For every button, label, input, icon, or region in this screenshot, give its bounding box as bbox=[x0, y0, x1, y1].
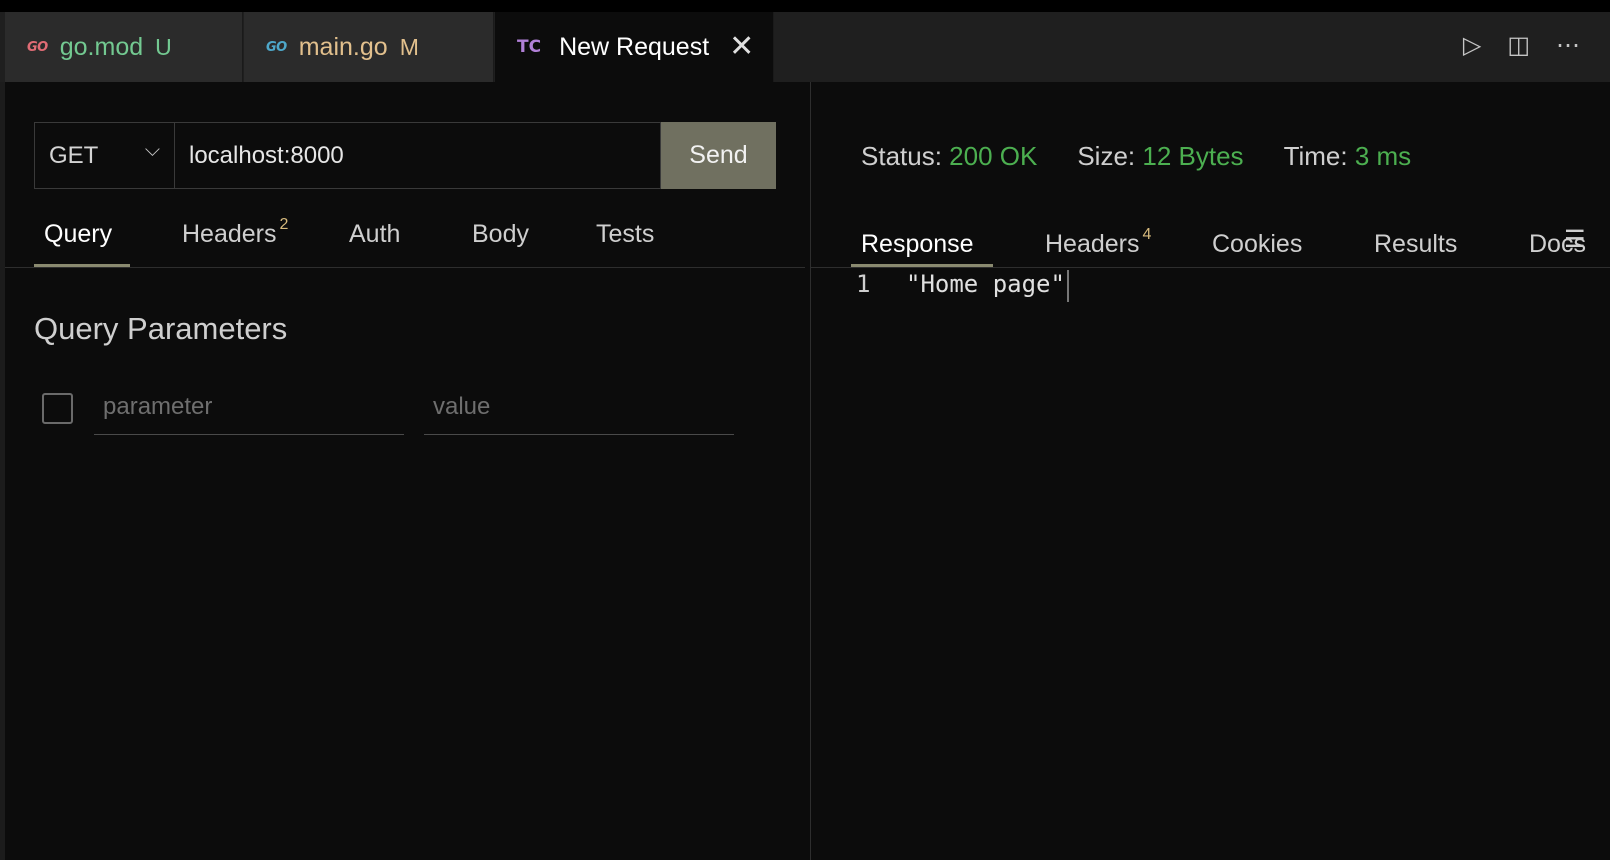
size-label: Size: bbox=[1077, 141, 1136, 171]
send-button[interactable]: Send bbox=[661, 122, 776, 189]
method-value: GET bbox=[49, 141, 99, 169]
modified-badge: M bbox=[399, 33, 419, 60]
url-value: localhost:8000 bbox=[189, 141, 344, 169]
run-icon[interactable]: ▷ bbox=[1463, 34, 1481, 58]
tab-response-headers-label: Headers bbox=[1045, 230, 1140, 258]
tab-cookies[interactable]: Cookies bbox=[1212, 230, 1302, 259]
go-file-icon: GO bbox=[266, 39, 287, 55]
tab-results[interactable]: Results bbox=[1374, 230, 1457, 259]
tab-new-request[interactable]: TC New Request ✕ bbox=[495, 12, 774, 82]
status-value: 200 OK bbox=[949, 141, 1038, 171]
more-actions-icon[interactable]: ⋯ bbox=[1556, 34, 1580, 58]
go-file-icon: GO bbox=[27, 39, 48, 55]
time-label: Time: bbox=[1283, 141, 1348, 171]
tab-headers[interactable]: Headers 2 bbox=[182, 216, 288, 249]
response-content: "Home page" bbox=[906, 270, 1065, 298]
thunder-client-window: GO go.mod U GO main.go M TC New Request … bbox=[0, 0, 1610, 860]
tab-response[interactable]: Response bbox=[861, 230, 974, 259]
parameter-enabled-checkbox[interactable] bbox=[42, 393, 73, 424]
size-value: 12 Bytes bbox=[1142, 141, 1244, 171]
method-select[interactable]: GET ⌵ bbox=[34, 122, 175, 189]
response-body[interactable]: 1 "Home page" bbox=[856, 270, 1069, 302]
left-edge bbox=[0, 82, 5, 860]
thunder-client-icon: TC bbox=[517, 37, 542, 57]
status-info: Status: 200 OK bbox=[861, 141, 1037, 172]
status-label: Status: bbox=[861, 141, 942, 171]
request-tabs-separator bbox=[5, 267, 805, 268]
response-status-line: Status: 200 OK Size: 12 Bytes Time: 3 ms bbox=[861, 141, 1411, 172]
tab-label: go.mod bbox=[59, 32, 144, 61]
query-parameters-title: Query Parameters bbox=[34, 311, 288, 346]
tab-response-headers[interactable]: Headers 4 bbox=[1045, 226, 1151, 259]
chevron-down-icon: ⌵ bbox=[144, 139, 160, 161]
tab-query[interactable]: Query bbox=[44, 220, 112, 249]
tab-headers-label: Headers bbox=[182, 220, 277, 248]
time-info: Time: 3 ms bbox=[1284, 141, 1412, 172]
parameter-name-input[interactable] bbox=[94, 380, 404, 435]
line-number: 1 bbox=[856, 270, 871, 298]
parameter-value-input[interactable] bbox=[424, 380, 734, 435]
editor-actions: ▷ ◫ ⋯ bbox=[1463, 34, 1580, 58]
size-info: Size: 12 Bytes bbox=[1077, 141, 1243, 172]
close-icon[interactable]: ✕ bbox=[729, 32, 754, 62]
tab-main-go[interactable]: GO main.go M bbox=[244, 12, 494, 82]
headers-count-badge: 2 bbox=[279, 216, 289, 233]
text-cursor bbox=[1066, 270, 1069, 302]
response-tabs-separator bbox=[811, 267, 1610, 268]
tab-label: main.go bbox=[298, 32, 388, 61]
tab-auth[interactable]: Auth bbox=[349, 220, 400, 249]
editor-tab-bar: GO go.mod U GO main.go M TC New Request … bbox=[0, 0, 1610, 82]
split-editor-icon[interactable]: ◫ bbox=[1507, 34, 1530, 58]
pane-divider[interactable] bbox=[810, 82, 811, 860]
tab-body[interactable]: Body bbox=[472, 220, 529, 249]
url-input[interactable]: localhost:8000 bbox=[175, 122, 661, 189]
tab-go-mod[interactable]: GO go.mod U bbox=[5, 12, 243, 82]
tab-label: New Request bbox=[559, 32, 710, 61]
time-value: 3 ms bbox=[1354, 141, 1412, 171]
untracked-badge: U bbox=[155, 33, 172, 60]
response-headers-count-badge: 4 bbox=[1142, 226, 1152, 243]
menu-icon[interactable]: ☰ bbox=[1564, 225, 1586, 254]
tab-tests[interactable]: Tests bbox=[596, 220, 654, 249]
